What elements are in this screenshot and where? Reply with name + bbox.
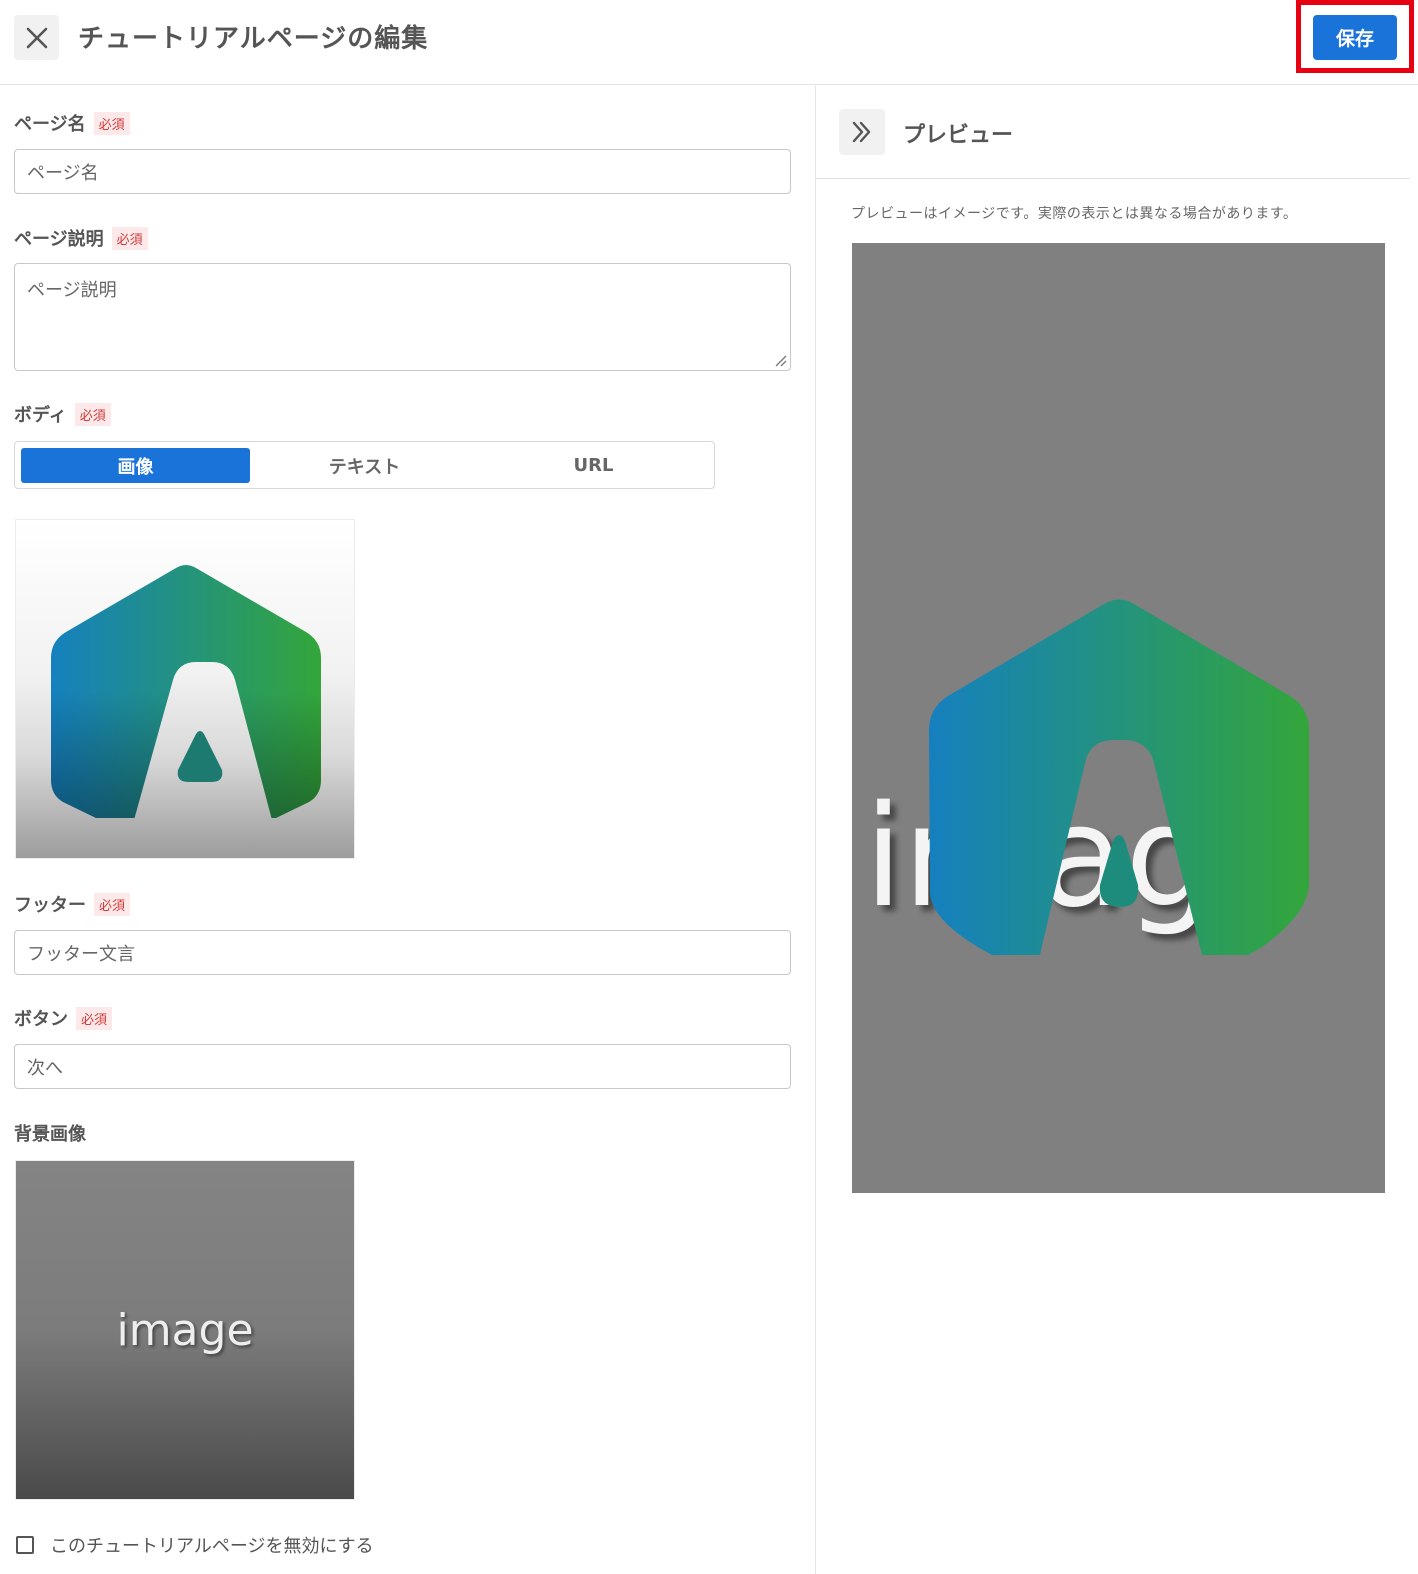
required-badge: 必須 bbox=[111, 226, 148, 250]
preview-panel: プレビュー プレビューはイメージです。実際の表示とは異なる場合があります。 im… bbox=[816, 86, 1418, 1574]
button-label: ボタン 必須 bbox=[14, 1005, 113, 1031]
page-description-placeholder: ページ説明 bbox=[27, 280, 117, 301]
button-text-input[interactable]: 次へ bbox=[14, 1044, 791, 1089]
page-name-label-text: ページ名 bbox=[14, 114, 86, 135]
page-description-textarea[interactable]: ページ説明 bbox=[14, 263, 791, 371]
disable-checkbox-label: このチュートリアルページを無効にする bbox=[50, 1536, 374, 1557]
disable-checkbox[interactable] bbox=[16, 1536, 34, 1554]
resize-handle-icon[interactable] bbox=[773, 353, 787, 367]
double-chevron-right-icon bbox=[852, 121, 871, 143]
close-button[interactable] bbox=[14, 15, 59, 60]
logo-icon bbox=[929, 599, 1309, 955]
required-badge: 必須 bbox=[93, 111, 130, 135]
footer-input[interactable]: フッター文言 bbox=[14, 930, 791, 975]
tab-image[interactable]: 画像 bbox=[21, 448, 250, 483]
background-image-thumbnail[interactable]: image bbox=[15, 1160, 355, 1500]
required-badge: 必須 bbox=[74, 402, 111, 426]
tab-text[interactable]: テキスト bbox=[250, 448, 479, 483]
preview-note: プレビューはイメージです。実際の表示とは異なる場合があります。 bbox=[851, 206, 1298, 222]
page-title: チュートリアルページの編集 bbox=[78, 24, 429, 54]
page-description-label-text: ページ説明 bbox=[14, 229, 104, 250]
required-badge: 必須 bbox=[76, 1006, 113, 1030]
body-type-selector: 画像 テキスト URL bbox=[14, 441, 715, 489]
page-name-input[interactable]: ページ名 bbox=[14, 149, 791, 194]
logo-icon bbox=[51, 565, 321, 818]
preview-screen: image bbox=[852, 243, 1385, 1193]
close-icon bbox=[26, 27, 47, 48]
preview-title: プレビュー bbox=[903, 123, 1014, 148]
expand-preview-button[interactable] bbox=[839, 109, 885, 155]
background-image-text: image bbox=[116, 1304, 254, 1356]
header-bar: チュートリアルページの編集 保存 bbox=[0, 0, 1418, 85]
button-label-text: ボタン bbox=[14, 1009, 68, 1030]
required-badge: 必須 bbox=[94, 892, 131, 916]
page-description-label: ページ説明 必須 bbox=[14, 225, 148, 251]
save-button[interactable]: 保存 bbox=[1313, 15, 1397, 60]
body-label: ボディ 必須 bbox=[14, 401, 111, 427]
page-name-placeholder: ページ名 bbox=[27, 162, 99, 184]
background-image-label-text: 背景画像 bbox=[14, 1124, 86, 1145]
disable-page-option[interactable]: このチュートリアルページを無効にする bbox=[16, 1532, 374, 1558]
background-image-label: 背景画像 bbox=[14, 1120, 86, 1146]
button-text-placeholder: 次へ bbox=[27, 1057, 63, 1079]
preview-header: プレビュー bbox=[816, 86, 1410, 179]
tab-url[interactable]: URL bbox=[479, 448, 708, 483]
footer-placeholder: フッター文言 bbox=[27, 943, 135, 965]
footer-label-text: フッター bbox=[14, 895, 86, 916]
page-name-label: ページ名 必須 bbox=[14, 110, 130, 136]
body-label-text: ボディ bbox=[14, 405, 67, 426]
body-image-thumbnail[interactable] bbox=[15, 519, 355, 859]
footer-label: フッター 必須 bbox=[14, 891, 131, 917]
